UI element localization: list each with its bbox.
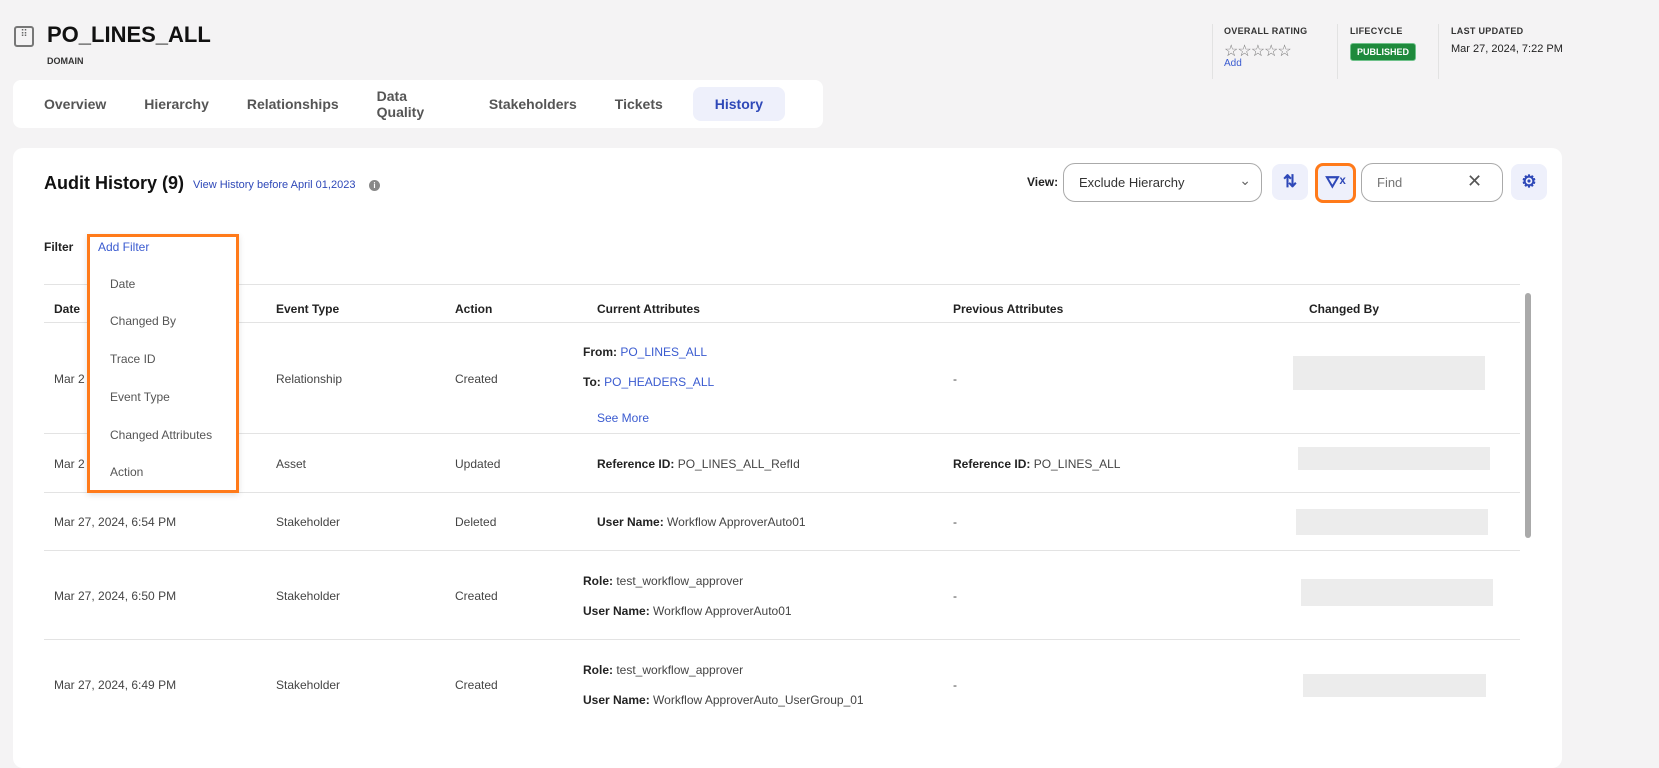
attr-key: User Name: bbox=[583, 693, 650, 707]
add-rating-link[interactable]: Add bbox=[1224, 58, 1242, 69]
tab-overview[interactable]: Overview bbox=[44, 96, 106, 112]
clear-search-icon[interactable]: ✕ bbox=[1467, 171, 1482, 192]
col-changed-by[interactable]: Changed By bbox=[1309, 302, 1379, 316]
cell-event-type: Asset bbox=[276, 457, 307, 471]
cell-action: Created bbox=[455, 589, 498, 603]
cell-date: Mar 27, 2024, 6:54 PM bbox=[54, 515, 177, 529]
attr-value: Workflow ApproverAuto01 bbox=[667, 515, 806, 529]
last-updated-label: LAST UPDATED bbox=[1451, 26, 1524, 36]
attr-value: PO_LINES_ALL_RefId bbox=[677, 457, 800, 471]
cell-previous: - bbox=[953, 372, 957, 386]
cell-previous: - bbox=[953, 678, 957, 692]
filter-option-trace-id[interactable]: Trace ID bbox=[110, 352, 156, 366]
see-more-link[interactable]: See More bbox=[597, 411, 649, 425]
domain-icon: ⠿ bbox=[14, 26, 34, 47]
lifecycle-badge: PUBLISHED bbox=[1350, 43, 1417, 61]
tab-history[interactable]: History bbox=[692, 87, 785, 121]
divider bbox=[44, 433, 1520, 434]
cell-action: Updated bbox=[455, 457, 501, 471]
divider bbox=[44, 322, 1520, 323]
clear-filter-button[interactable]: ⛛ˣ bbox=[1315, 163, 1356, 203]
page-title: PO_LINES_ALL bbox=[47, 22, 211, 47]
filter-option-changed-by[interactable]: Changed By bbox=[110, 314, 176, 328]
tab-hierarchy[interactable]: Hierarchy bbox=[144, 96, 209, 112]
chevron-down-icon: ⌄ bbox=[1239, 172, 1251, 188]
view-select[interactable]: Exclude Hierarchy ⌄ bbox=[1063, 163, 1262, 202]
divider bbox=[44, 639, 1520, 640]
attr-key: User Name: bbox=[583, 604, 650, 618]
attr-value: Workflow ApproverAuto01 bbox=[653, 604, 792, 618]
col-current-attributes[interactable]: Current Attributes bbox=[597, 302, 700, 316]
col-previous-attributes[interactable]: Previous Attributes bbox=[953, 302, 1063, 316]
rating-label: OVERALL RATING bbox=[1224, 26, 1308, 36]
attr-value: test_workflow_approver bbox=[616, 574, 744, 588]
filter-label: Filter bbox=[44, 240, 74, 254]
col-action[interactable]: Action bbox=[455, 302, 492, 316]
attr-key: Reference ID: bbox=[597, 457, 675, 471]
col-event-type[interactable]: Event Type bbox=[276, 302, 339, 316]
filter-option-action[interactable]: Action bbox=[110, 465, 143, 479]
table-scrollbar[interactable] bbox=[1525, 293, 1531, 538]
filter-option-event-type[interactable]: Event Type bbox=[110, 390, 170, 404]
cell-event-type: Relationship bbox=[276, 372, 343, 386]
divider bbox=[44, 284, 1520, 285]
attr-link[interactable]: PO_HEADERS_ALL bbox=[604, 375, 714, 389]
changed-by-redacted bbox=[1296, 509, 1488, 535]
attr-key: Role: bbox=[583, 663, 613, 677]
attr-key: From: bbox=[583, 345, 617, 359]
attr-value: Workflow ApproverAuto_UserGroup_01 bbox=[653, 693, 864, 707]
divider bbox=[44, 492, 1520, 493]
cell-event-type: Stakeholder bbox=[276, 589, 341, 603]
view-label: View: bbox=[1027, 175, 1059, 189]
divider bbox=[1337, 24, 1338, 79]
col-date[interactable]: Date bbox=[54, 302, 80, 316]
view-select-value: Exclude Hierarchy bbox=[1079, 175, 1185, 190]
changed-by-redacted bbox=[1301, 579, 1493, 606]
tab-stakeholders[interactable]: Stakeholders bbox=[489, 96, 577, 112]
divider bbox=[44, 550, 1520, 551]
filter-option-date[interactable]: Date bbox=[110, 277, 135, 291]
cell-event-type: Stakeholder bbox=[276, 678, 341, 692]
attr-value: test_workflow_approver bbox=[616, 663, 744, 677]
attr-key: Role: bbox=[583, 574, 613, 588]
divider bbox=[1212, 24, 1213, 79]
view-history-link[interactable]: View History before April 01,2023 bbox=[193, 179, 355, 191]
sort-button[interactable]: ⇅ bbox=[1272, 164, 1308, 200]
settings-button[interactable]: ⚙ bbox=[1511, 164, 1547, 200]
add-filter-dropdown: Add Filter Date Changed By Trace ID Even… bbox=[87, 234, 239, 493]
filter-option-changed-attributes[interactable]: Changed Attributes bbox=[110, 428, 212, 442]
tab-tickets[interactable]: Tickets bbox=[615, 96, 663, 112]
info-icon[interactable]: i bbox=[369, 180, 380, 191]
gear-icon: ⚙ bbox=[1521, 172, 1537, 191]
attr-value: PO_LINES_ALL bbox=[1033, 457, 1121, 471]
divider bbox=[1438, 24, 1439, 79]
cell-date: Mar 27, 2024, 6:50 PM bbox=[54, 589, 177, 603]
attr-key: To: bbox=[583, 375, 601, 389]
cell-date: Mar 2 bbox=[54, 372, 85, 386]
lifecycle-label: LIFECYCLE bbox=[1350, 26, 1403, 36]
asset-type: DOMAIN bbox=[47, 56, 84, 66]
tab-relationships[interactable]: Relationships bbox=[247, 96, 339, 112]
last-updated-value: Mar 27, 2024, 7:22 PM bbox=[1451, 43, 1563, 55]
audit-history-title: Audit History (9) bbox=[44, 173, 185, 193]
changed-by-redacted bbox=[1298, 447, 1490, 470]
cell-event-type: Stakeholder bbox=[276, 515, 341, 529]
filter-clear-icon: ⛛ˣ bbox=[1325, 173, 1346, 192]
attr-key: User Name: bbox=[597, 515, 664, 529]
cell-action: Created bbox=[455, 678, 498, 692]
cell-date: Mar 2 bbox=[54, 457, 85, 471]
add-filter-link[interactable]: Add Filter bbox=[98, 240, 149, 254]
tab-data-quality[interactable]: Data Quality bbox=[377, 88, 451, 120]
cell-date: Mar 27, 2024, 6:49 PM bbox=[54, 678, 177, 692]
cell-previous: - bbox=[953, 515, 957, 529]
changed-by-redacted bbox=[1293, 356, 1485, 390]
cell-previous: - bbox=[953, 589, 957, 603]
attr-link[interactable]: PO_LINES_ALL bbox=[620, 345, 707, 359]
sort-icon: ⇅ bbox=[1282, 172, 1298, 191]
cell-action: Deleted bbox=[455, 515, 497, 529]
cell-action: Created bbox=[455, 372, 498, 386]
tab-bar: Overview Hierarchy Relationships Data Qu… bbox=[13, 80, 823, 128]
attr-key: Reference ID: bbox=[953, 457, 1031, 471]
changed-by-redacted bbox=[1303, 674, 1486, 697]
